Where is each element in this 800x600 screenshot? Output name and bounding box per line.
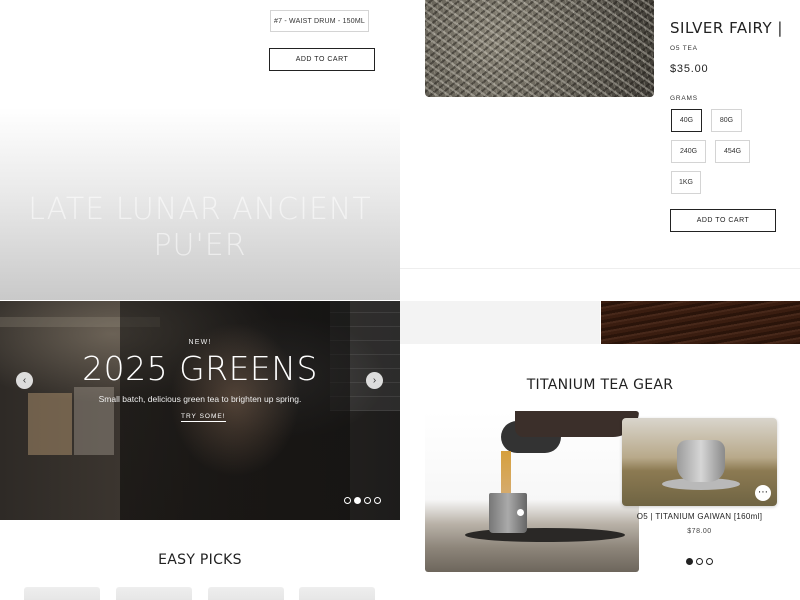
gram-option-label: 80G	[719, 117, 734, 124]
gram-option-1kg[interactable]: 1KG	[671, 171, 701, 194]
hero-cta-link[interactable]: TRY SOME!	[181, 413, 226, 422]
tea-gear-title: TITANIUM TEA GEAR	[526, 377, 674, 393]
gram-option-80g[interactable]: 80G	[711, 109, 742, 132]
hero-slide-dot-1[interactable]	[344, 497, 351, 504]
easy-picks-title: EASY PICKS	[158, 552, 242, 568]
gram-option-240g[interactable]: 240G	[671, 140, 706, 163]
gram-option-454g[interactable]: 454G	[715, 140, 750, 163]
add-to-cart-button[interactable]: ADD TO CART	[269, 48, 375, 71]
add-to-cart-label: ADD TO CART	[696, 217, 750, 224]
section-divider	[400, 268, 800, 269]
carousel-dot-1[interactable]	[686, 558, 693, 565]
hero-slide-dot-2[interactable]	[354, 497, 361, 504]
hero-slide-dot-3[interactable]	[364, 497, 371, 504]
carousel-dot-2[interactable]	[696, 558, 703, 565]
banner-tile-grey[interactable]	[400, 301, 600, 344]
variant-option-label: #7 - WAIST DRUM - 150ML	[274, 17, 365, 25]
banner-tile-wood[interactable]	[601, 301, 800, 344]
hotspot-dot[interactable]	[517, 509, 524, 516]
add-to-cart-button[interactable]: ADD TO CART	[670, 209, 776, 232]
more-button[interactable]: ⋯	[755, 485, 771, 501]
hero-eyebrow: NEW!	[188, 339, 212, 346]
tea-gear-section: TITANIUM TEA GEAR ⋯ O5 | TITANIUM GAIWAN…	[400, 301, 800, 600]
carousel-dot-3[interactable]	[706, 558, 713, 565]
banner-ghost-title: LATE LUNAR ANCIENT	[28, 192, 372, 227]
hero-slide-dot-4[interactable]	[374, 497, 381, 504]
product-price: $35.00	[670, 63, 709, 75]
hero-slideshow[interactable]: NEW! 2025 GREENS Small batch, delicious …	[0, 301, 400, 520]
variant-option-waist-drum[interactable]: #7 - WAIST DRUM - 150ML	[270, 10, 369, 32]
easy-pick-thumbnail[interactable]	[299, 587, 375, 600]
add-to-cart-label: ADD TO CART	[295, 56, 349, 63]
banner-ghost-subtitle: PU'ER	[153, 228, 247, 263]
easy-pick-thumbnail[interactable]	[116, 587, 192, 600]
easy-picks-section: EASY PICKS	[0, 520, 400, 600]
gram-option-40g[interactable]: 40G	[671, 109, 702, 132]
product-card-image[interactable]	[622, 418, 777, 506]
hero-next-button[interactable]: ›	[366, 372, 383, 389]
gaiwan-body	[677, 440, 725, 482]
gram-option-label: 240G	[679, 148, 698, 155]
hero-headline: 2025 GREENS	[82, 349, 318, 388]
more-horizontal-icon: ⋯	[758, 487, 768, 498]
product-section-left: #7 - WAIST DRUM - 150ML ADD TO CART LATE…	[0, 0, 400, 300]
tea-gear-lifestyle-image	[425, 411, 639, 572]
hero-subtitle: Small batch, delicious green tea to brig…	[98, 394, 302, 404]
product-image[interactable]	[425, 0, 654, 97]
product-card-price: $78.00	[687, 528, 712, 535]
easy-pick-thumbnail[interactable]	[24, 587, 100, 600]
grams-label: GRAMS	[670, 95, 698, 102]
product-title: SILVER FAIRY |	[670, 19, 783, 37]
tea-stream	[501, 451, 511, 495]
hero-image-person	[120, 301, 350, 520]
product-section-right: SILVER FAIRY | O5 TEA $35.00 GRAMS 40G 8…	[400, 0, 800, 300]
chevron-right-icon: ›	[372, 374, 377, 386]
hero-prev-button[interactable]: ‹	[16, 372, 33, 389]
product-vendor: O5 TEA	[670, 45, 698, 52]
chevron-left-icon: ‹	[22, 374, 27, 386]
product-card-name[interactable]: O5 | TITANIUM GAIWAN [160ml]	[622, 512, 777, 521]
pouring-hand	[515, 411, 639, 437]
easy-pick-thumbnail[interactable]	[208, 587, 284, 600]
gram-option-label: 454G	[723, 148, 742, 155]
gram-option-label: 40G	[679, 117, 694, 124]
gram-option-label: 1KG	[678, 179, 693, 186]
